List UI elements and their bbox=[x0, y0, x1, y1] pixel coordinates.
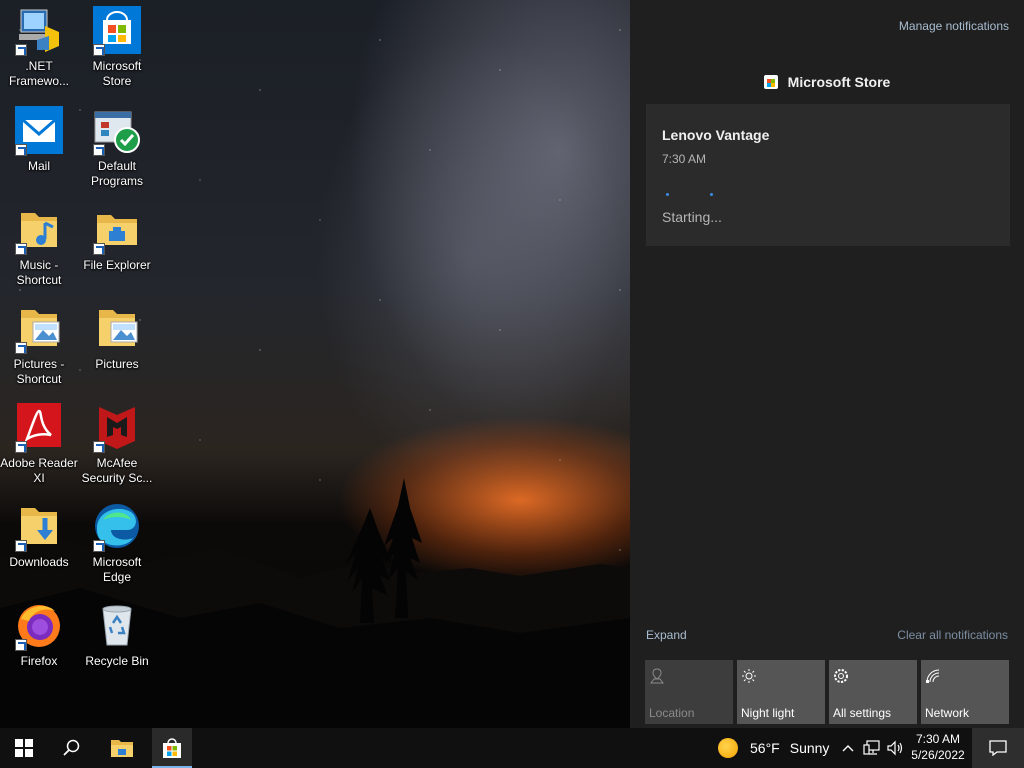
start-button[interactable] bbox=[0, 728, 48, 768]
desktop-icon-music-shortcut[interactable]: Music - Shortcut bbox=[0, 205, 78, 288]
microsoft-store-icon bbox=[163, 738, 181, 758]
loading-dots bbox=[666, 193, 726, 197]
quick-actions: Location Night light All settings Networ… bbox=[645, 660, 1011, 724]
notification-group-title: Microsoft Store bbox=[787, 74, 891, 90]
action-center-panel: Manage notifications Microsoft Store Len… bbox=[630, 0, 1024, 728]
quick-action-label: Night light bbox=[741, 706, 795, 720]
notification-group-header: Microsoft Store bbox=[630, 74, 1024, 90]
desktop-icon-pictures-shortcut[interactable]: Pictures - Shortcut bbox=[0, 304, 78, 387]
desktop-icon-label: McAfee Security Sc... bbox=[81, 456, 153, 485]
default-programs-icon bbox=[93, 106, 141, 156]
mail-icon bbox=[15, 106, 63, 156]
desktop-icon-file-explorer[interactable]: File Explorer bbox=[78, 205, 156, 273]
notification-toast[interactable]: Lenovo Vantage 7:30 AM Starting... bbox=[646, 104, 1010, 246]
gear-icon bbox=[834, 669, 848, 683]
taskbar-microsoft-store[interactable] bbox=[152, 728, 192, 768]
desktop-icon-label: Microsoft Store bbox=[92, 59, 142, 88]
music-folder-icon bbox=[15, 205, 63, 255]
clock-date: 5/26/2022 bbox=[911, 748, 965, 762]
clear-all-notifications-link[interactable]: Clear all notifications bbox=[897, 628, 1008, 642]
weather-widget[interactable]: 56°F Sunny bbox=[718, 728, 829, 768]
desktop-icon-label: Microsoft Edge bbox=[92, 555, 142, 584]
windows-logo-icon bbox=[15, 739, 33, 757]
show-hidden-icons-button[interactable] bbox=[836, 728, 860, 768]
desktop-icon-label: Downloads bbox=[9, 555, 69, 569]
clock-time: 7:30 AM bbox=[915, 732, 961, 746]
wired-network-icon bbox=[863, 740, 880, 755]
desktop-icon-microsoft-edge[interactable]: Microsoft Edge bbox=[78, 502, 156, 585]
quick-action-label: Location bbox=[649, 706, 695, 720]
taskbar-clock[interactable]: 7:30 AM 5/26/2022 bbox=[904, 731, 972, 763]
downloads-folder-icon bbox=[15, 502, 63, 552]
night-light-icon bbox=[742, 669, 756, 683]
quick-action-location[interactable]: Location bbox=[645, 660, 733, 724]
manage-notifications-link[interactable]: Manage notifications bbox=[899, 19, 1009, 33]
desktop-icon-dotnet[interactable]: .NET Framewo... bbox=[0, 6, 78, 89]
pictures-folder-icon bbox=[15, 304, 63, 354]
taskbar: 56°F Sunny 7:30 AM 5/26/2022 bbox=[0, 728, 1024, 768]
file-explorer-icon bbox=[93, 205, 141, 255]
quick-action-all-settings[interactable]: All settings bbox=[829, 660, 917, 724]
desktop-icon-mail[interactable]: Mail bbox=[0, 106, 78, 174]
desktop-icon-microsoft-store[interactable]: Microsoft Store bbox=[78, 6, 156, 89]
desktop-icon-label: Default Programs bbox=[90, 159, 143, 188]
desktop-icon-label: Pictures - Shortcut bbox=[13, 357, 65, 386]
toast-time: 7:30 AM bbox=[662, 152, 707, 166]
desktop-icon-pictures[interactable]: Pictures bbox=[78, 304, 156, 372]
desktop-icon-label: .NET Framewo... bbox=[8, 59, 69, 88]
desktop-icon-label: Firefox bbox=[20, 654, 58, 668]
network-icon bbox=[926, 669, 940, 683]
adobe-reader-icon bbox=[15, 403, 63, 453]
desktop-icon-label: Adobe Reader XI bbox=[0, 456, 78, 485]
mcafee-icon bbox=[93, 403, 141, 453]
toast-title: Lenovo Vantage bbox=[662, 127, 770, 143]
desktop-icon-mcafee[interactable]: McAfee Security Sc... bbox=[78, 403, 156, 486]
pictures-folder-icon bbox=[93, 304, 141, 352]
quick-action-label: Network bbox=[925, 706, 970, 720]
sun-icon bbox=[718, 738, 738, 758]
speaker-icon bbox=[887, 740, 903, 756]
edge-icon bbox=[93, 502, 141, 552]
desktop-icon-label: Recycle Bin bbox=[85, 654, 149, 668]
action-center-button[interactable] bbox=[972, 728, 1024, 768]
desktop-icon-adobe-reader[interactable]: Adobe Reader XI bbox=[0, 403, 78, 486]
expand-link[interactable]: Expand bbox=[646, 628, 687, 642]
quick-action-network[interactable]: Network bbox=[921, 660, 1009, 724]
desktop-icon-downloads[interactable]: Downloads bbox=[0, 502, 78, 570]
taskbar-file-explorer[interactable] bbox=[98, 728, 146, 768]
location-icon bbox=[650, 668, 664, 684]
chevron-up-icon bbox=[842, 745, 854, 752]
desktop-icon-label: Pictures bbox=[95, 357, 139, 371]
desktop-icon-recycle-bin[interactable]: Recycle Bin bbox=[78, 601, 156, 669]
network-tray-button[interactable] bbox=[860, 728, 884, 768]
file-explorer-icon bbox=[111, 740, 133, 757]
dotnet-setup-icon bbox=[15, 6, 63, 56]
quick-action-night-light[interactable]: Night light bbox=[737, 660, 825, 724]
weather-condition: Sunny bbox=[789, 740, 830, 756]
system-tray bbox=[836, 728, 908, 768]
desktop-icon-default-programs[interactable]: Default Programs bbox=[78, 106, 156, 189]
firefox-icon bbox=[15, 601, 63, 651]
weather-temperature: 56°F bbox=[750, 740, 780, 756]
search-button[interactable] bbox=[48, 728, 96, 768]
desktop-icon-label: Music - Shortcut bbox=[16, 258, 62, 287]
desktop-icon-firefox[interactable]: Firefox bbox=[0, 601, 78, 669]
desktop-icon-label: File Explorer bbox=[83, 258, 151, 272]
search-icon bbox=[63, 739, 80, 756]
toast-status: Starting... bbox=[662, 209, 722, 225]
desktop-icon-label: Mail bbox=[27, 159, 50, 173]
microsoft-store-icon bbox=[93, 6, 141, 56]
recycle-bin-icon bbox=[93, 601, 141, 649]
quick-action-label: All settings bbox=[833, 706, 892, 720]
notification-icon bbox=[989, 740, 1007, 756]
microsoft-store-icon bbox=[763, 75, 778, 89]
